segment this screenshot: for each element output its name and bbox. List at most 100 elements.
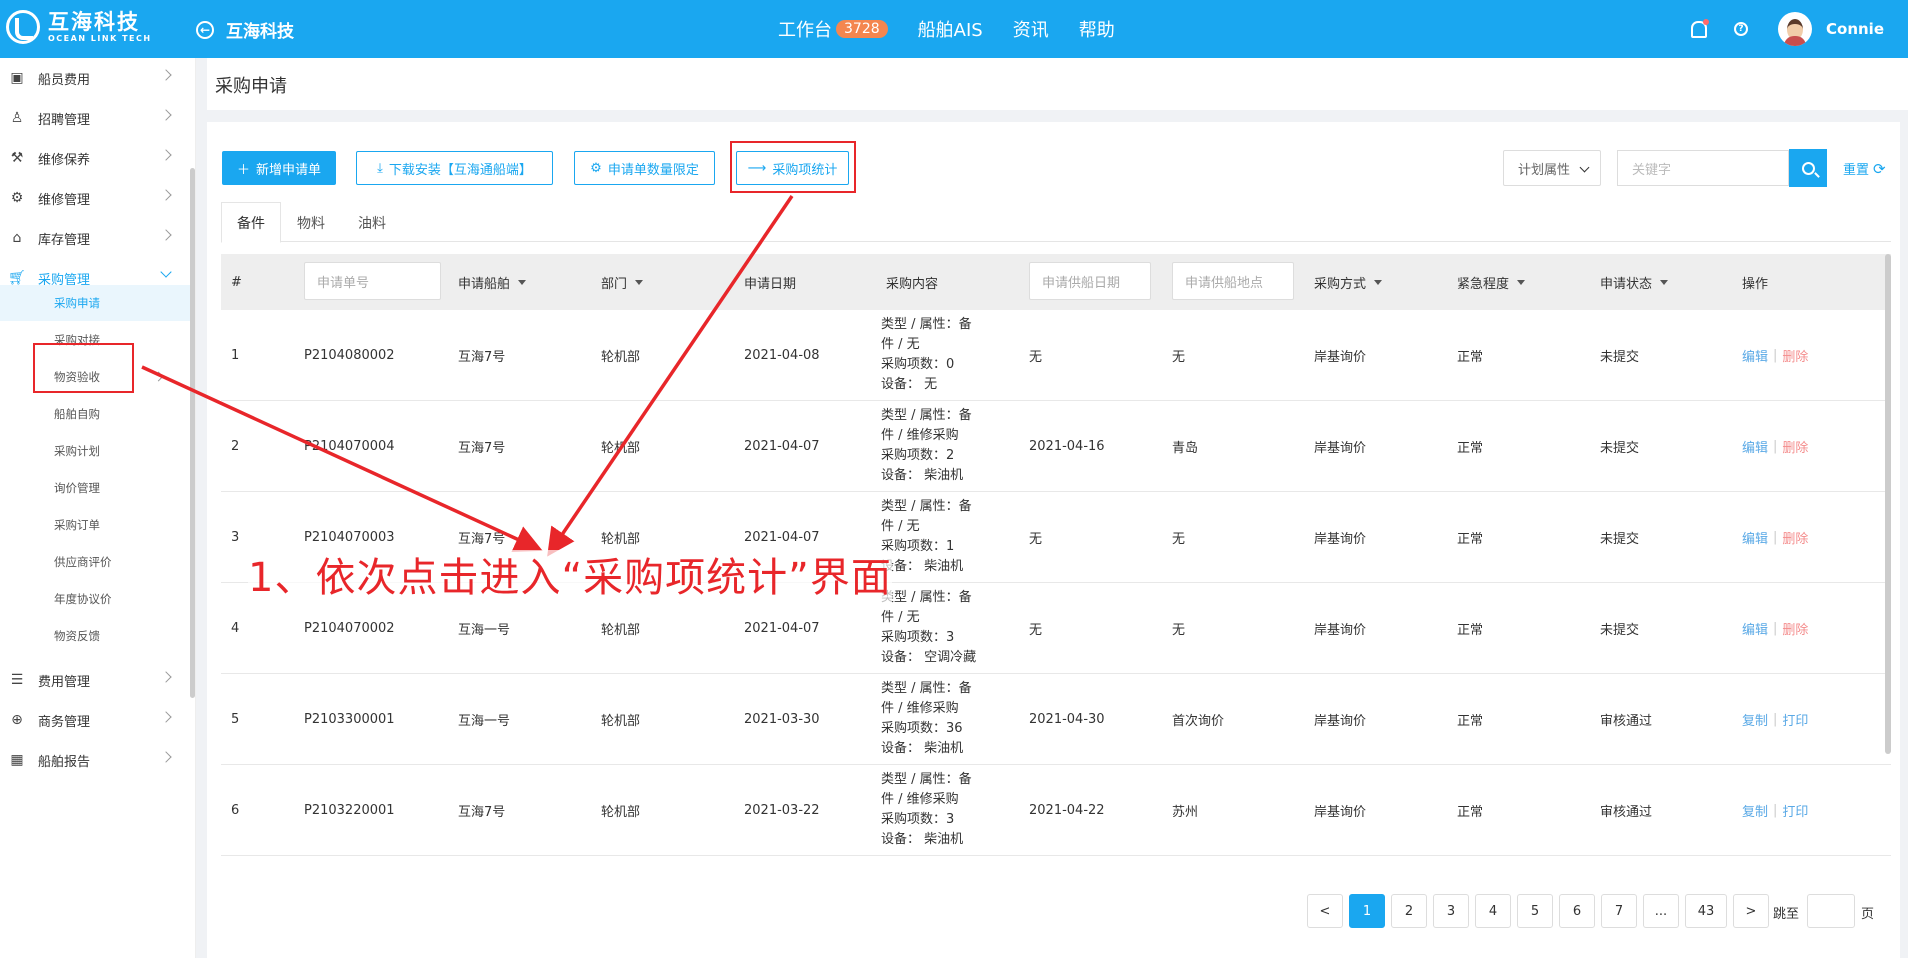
sidebar-subitem-purchase-request[interactable]: 采购申请 [0, 285, 190, 321]
row-action-primary[interactable]: 编辑 [1742, 346, 1768, 365]
page-button[interactable]: 4 [1475, 894, 1511, 928]
page-button[interactable]: 2 [1391, 894, 1427, 928]
row-action-secondary[interactable]: 删除 [1782, 437, 1808, 456]
sidebar-subitem-goods-acceptance[interactable]: 物资验收 [0, 359, 190, 395]
tab-oil[interactable]: 油料 [341, 202, 403, 243]
avatar[interactable] [1778, 12, 1812, 46]
cell-apply-no: P2104080002 [304, 347, 395, 363]
nav-ship-ais[interactable]: 船舶AIS [918, 16, 983, 42]
table-row[interactable]: 4 P2104070002 互海一号 轮机部 2021-04-07 类型 / 属性：备件 … [221, 583, 1891, 674]
cell-supply-place: 首次询价 [1172, 713, 1225, 729]
cell-ops: 编辑 | 删除 [1742, 492, 1808, 582]
col-method[interactable]: 采购方式 [1314, 254, 1383, 310]
supply-place-filter[interactable]: 申请供船地点 [1172, 262, 1294, 300]
cell-ship: 互海7号 [458, 804, 506, 820]
chevron-right-icon [160, 109, 172, 121]
sidebar-item-ship-report[interactable]: ▦ 船舶报告 [0, 740, 190, 780]
sidebar-item-recruit[interactable]: ♙ 招聘管理 [0, 98, 190, 138]
download-button[interactable]: ⤓ 下载安装【互海通船端】 [356, 151, 553, 185]
cell-supply-date: 2021-04-22 [1029, 802, 1105, 818]
prev-page-button[interactable]: < [1307, 894, 1343, 928]
row-action-secondary[interactable]: 打印 [1782, 710, 1808, 729]
sidebar-item-crew-cost[interactable]: ▣ 船员费用 [0, 58, 190, 98]
col-ship[interactable]: 申请船舶 [458, 254, 527, 310]
sidebar-item-inventory[interactable]: ⌂ 库存管理 [0, 218, 190, 258]
page-button[interactable]: 43 [1685, 894, 1727, 928]
back-button[interactable]: ← 互海科技 [196, 17, 294, 42]
table-row[interactable]: 6 P2103220001 互海7号 轮机部 2021-03-22 类型 / 属性：备件 … [221, 765, 1891, 856]
table-row[interactable]: 5 P2103300001 互海一号 轮机部 2021-03-30 类型 / 属性：备件 … [221, 674, 1891, 765]
cell-ship: 互海一号 [458, 713, 511, 729]
sidebar-subitem-label: 船舶自购 [54, 407, 100, 421]
new-request-button[interactable]: ＋ 新增申请单 [222, 151, 336, 185]
row-action-secondary[interactable]: 删除 [1782, 346, 1808, 365]
supply-date-filter[interactable]: 申请供船日期 [1029, 262, 1151, 300]
apply-no-filter[interactable]: 申请单号 [304, 262, 441, 300]
col-urgency[interactable]: 紧急程度 [1457, 254, 1526, 310]
bell-icon[interactable] [1688, 19, 1709, 39]
nav-news[interactable]: 资讯 [1013, 16, 1049, 42]
search-button[interactable] [1789, 149, 1827, 187]
content-line: 设备： 柴油机 [881, 468, 964, 483]
col-content: 采购内容 [886, 276, 939, 292]
reset-button[interactable]: 重置 ⟳ [1843, 159, 1886, 179]
sidebar-subitem-supplier-review[interactable]: 供应商评价 [0, 544, 190, 580]
row-action-primary[interactable]: 编辑 [1742, 528, 1768, 547]
cell-content: 类型 / 属性：备件 / 无采购项数：0 设备： 无 [881, 310, 972, 400]
nav-workbench[interactable]: 工作台 3728 [778, 16, 888, 42]
sidebar-item-label: 招聘管理 [38, 112, 91, 128]
row-action-primary[interactable]: 复制 [1742, 710, 1768, 729]
sidebar-item-maintenance[interactable]: ⚒ 维修保养 [0, 138, 190, 178]
row-action-secondary[interactable]: 删除 [1782, 528, 1808, 547]
username[interactable]: Connie [1826, 20, 1884, 38]
help-icon[interactable]: ? [1734, 22, 1748, 36]
cell-supply-place: 苏州 [1172, 804, 1199, 820]
jump-page-input[interactable] [1807, 894, 1855, 928]
col-status[interactable]: 申请状态 [1600, 254, 1669, 310]
request-limit-button[interactable]: ⚙ 申请单数量限定 [574, 151, 715, 185]
tab-spare-parts[interactable]: 备件 [221, 202, 281, 243]
row-action-primary[interactable]: 复制 [1742, 801, 1768, 820]
logo[interactable]: 互海科技 OCEAN LINK TECH [6, 10, 152, 44]
page-button[interactable]: 6 [1559, 894, 1595, 928]
sidebar-item-expense[interactable]: ☰ 费用管理 [0, 660, 190, 700]
row-action-secondary[interactable]: 打印 [1782, 801, 1808, 820]
cell-supply-place: 无 [1172, 622, 1186, 638]
cell-date: 2021-04-08 [744, 347, 820, 363]
row-action-primary[interactable]: 编辑 [1742, 619, 1768, 638]
cell-ops: 复制 | 打印 [1742, 765, 1808, 855]
page-button[interactable]: 1 [1349, 894, 1385, 928]
sidebar-subitem-ship-self-purchase[interactable]: 船舶自购 [0, 396, 190, 432]
col-dept[interactable]: 部门 [601, 254, 644, 310]
keyword-input[interactable]: 关键字 [1617, 150, 1789, 186]
caret-down-icon [635, 279, 644, 285]
sidebar-subitem-inquiry[interactable]: 询价管理 [0, 470, 190, 506]
plus-icon: ＋ [236, 162, 250, 178]
tab-materials[interactable]: 物料 [281, 202, 341, 243]
next-page-button[interactable]: > [1733, 894, 1769, 928]
sidebar-subitem-purchase-order[interactable]: 采购订单 [0, 507, 190, 543]
sidebar-item-business[interactable]: ⊕ 商务管理 [0, 700, 190, 740]
page-button[interactable]: 5 [1517, 894, 1553, 928]
table-row[interactable]: 2 P2104070004 互海7号 轮机部 2021-04-07 类型 / 属性：备件 … [221, 401, 1891, 492]
row-action-primary[interactable]: 编辑 [1742, 437, 1768, 456]
sidebar-subitem-annual-price[interactable]: 年度协议价 [0, 581, 190, 617]
plan-attribute-select[interactable]: 计划属性 [1503, 150, 1601, 186]
sidebar-subitem-purchase-docking[interactable]: 采购对接 [0, 322, 190, 358]
sidebar-item-repair[interactable]: ⚙ 维修管理 [0, 178, 190, 218]
sidebar-scrollbar[interactable] [190, 168, 195, 698]
table-row[interactable]: 1 P2104080002 互海7号 轮机部 2021-04-08 类型 / 属性：备件 … [221, 310, 1891, 401]
nav-workbench-label: 工作台 [778, 20, 832, 41]
sidebar-subitem-purchase-plan[interactable]: 采购计划 [0, 433, 190, 469]
chevron-down-icon [160, 266, 172, 278]
calendar-icon: ▦ [10, 752, 24, 768]
page-button[interactable]: 7 [1601, 894, 1637, 928]
page-button[interactable]: ... [1643, 894, 1679, 928]
nav-help[interactable]: 帮助 [1079, 16, 1115, 42]
sidebar-subitem-goods-feedback[interactable]: 物资反馈 [0, 618, 190, 654]
row-action-secondary[interactable]: 删除 [1782, 619, 1808, 638]
table-scrollbar[interactable] [1885, 254, 1891, 754]
table-row[interactable]: 3 P2104070003 互海7号 轮机部 2021-04-07 类型 / 属性：备件 … [221, 492, 1891, 583]
cell-status: 未提交 [1600, 622, 1640, 638]
page-button[interactable]: 3 [1433, 894, 1469, 928]
